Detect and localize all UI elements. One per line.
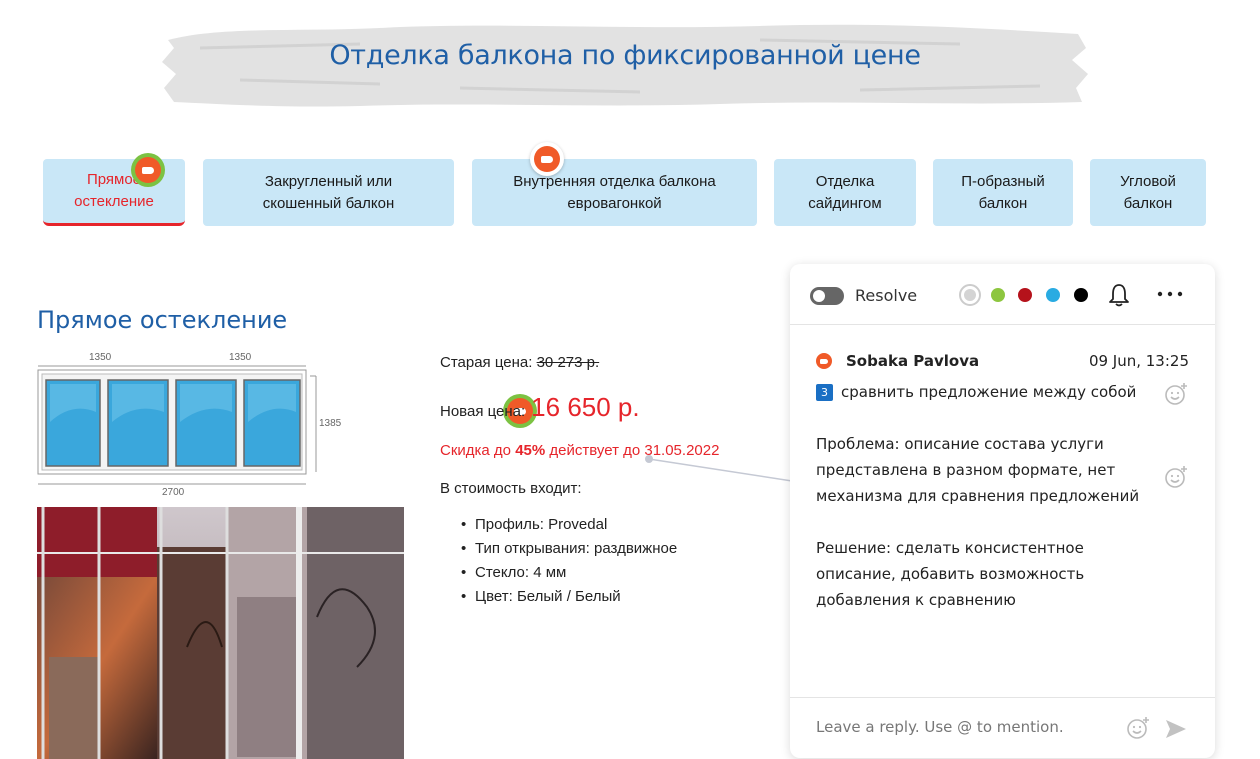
page-title: Отделка балкона по фиксированной цене <box>329 40 921 71</box>
more-icon[interactable] <box>1156 281 1184 307</box>
window-diagram: 1350 1350 1385 2700 <box>36 352 356 500</box>
bell-icon[interactable] <box>1108 282 1130 308</box>
send-icon[interactable] <box>1164 718 1188 740</box>
feature-list: Профиль: Provedal Тип открывания: раздви… <box>461 514 677 610</box>
add-reaction-icon[interactable] <box>1164 465 1188 489</box>
discount-text: Скидка до 45% действует до 31.05.2022 <box>440 442 719 459</box>
comment-number-badge: 3 <box>816 384 833 401</box>
page: Отделка балкона по фиксированной цене Пр… <box>0 0 1260 759</box>
color-swatch-red[interactable] <box>1018 288 1032 302</box>
discount-prefix: Скидка до <box>440 442 512 459</box>
dimension-label: 2700 <box>162 487 185 498</box>
discount-value: 45% <box>515 442 546 459</box>
new-price: Новая цена: 16 650 р. <box>440 392 640 423</box>
comment-panel: Resolve Sobaka Pavlova 09 Jun, 13:25 3 ср… <box>790 264 1215 758</box>
dimension-label: 1350 <box>89 352 112 363</box>
title-banner: Отделка балкона по фиксированной цене <box>160 18 1090 110</box>
old-price-value: 30 273 р. <box>536 354 600 371</box>
list-item: Цвет: Белый / Белый <box>461 586 677 610</box>
color-swatch-gray[interactable] <box>959 284 981 306</box>
tab-siding[interactable]: Отделка сайдингом <box>774 159 916 226</box>
reply-input[interactable] <box>816 718 1096 736</box>
dimension-label: 1350 <box>229 352 252 363</box>
add-reaction-icon[interactable] <box>1164 382 1188 406</box>
comment-text-3: Решение: сделать консистентное описание,… <box>816 539 1085 609</box>
balcony-photo <box>37 507 404 759</box>
comment-text-1: сравнить предложение между собой <box>841 383 1137 401</box>
add-reaction-icon[interactable] <box>1126 716 1150 740</box>
avatar <box>816 353 832 369</box>
color-swatch-blue[interactable] <box>1046 288 1060 302</box>
comment-marker-icon[interactable] <box>131 153 165 187</box>
dimension-label: 1385 <box>319 418 342 429</box>
comment-marker-icon[interactable] <box>530 142 564 176</box>
resolve-toggle[interactable] <box>810 287 844 305</box>
discount-suffix: действует до 31.05.2022 <box>549 442 720 459</box>
comment-text-2: Проблема: описание состава услуги предст… <box>816 435 1140 505</box>
tab-interior-finish[interactable]: Внутренняя отделка балкона евровагонкой <box>472 159 757 226</box>
color-swatch-black[interactable] <box>1074 288 1088 302</box>
comment-body: 3 сравнить предложение между собой Пробле… <box>816 379 1146 613</box>
tab-u-shaped[interactable]: П-образный балкон <box>933 159 1073 226</box>
color-swatch-green[interactable] <box>991 288 1005 302</box>
reply-bar <box>790 697 1215 758</box>
new-price-value: 16 650 р. <box>531 392 640 422</box>
section-title: Прямое остекление <box>37 306 288 334</box>
tab-corner[interactable]: Угловой балкон <box>1090 159 1206 226</box>
new-price-label: Новая цена: <box>440 403 526 420</box>
comment-author: Sobaka Pavlova <box>846 352 980 370</box>
list-item: Профиль: Provedal <box>461 514 677 538</box>
list-item: Стекло: 4 мм <box>461 562 677 586</box>
comment-timestamp: 09 Jun, 13:25 <box>1088 352 1189 370</box>
old-price-label: Старая цена: <box>440 354 533 371</box>
comment-paragraph: 3 сравнить предложение между собой <box>816 379 1146 405</box>
old-price: Старая цена: 30 273 р. <box>440 354 599 371</box>
includes-label: В стоимость входит: <box>440 480 582 497</box>
resolve-label: Resolve <box>855 286 918 305</box>
tab-rounded-balcony[interactable]: Закругленный или скошенный балкон <box>203 159 454 226</box>
comment-panel-header: Resolve <box>790 264 1215 325</box>
list-item: Тип открывания: раздвижное <box>461 538 677 562</box>
